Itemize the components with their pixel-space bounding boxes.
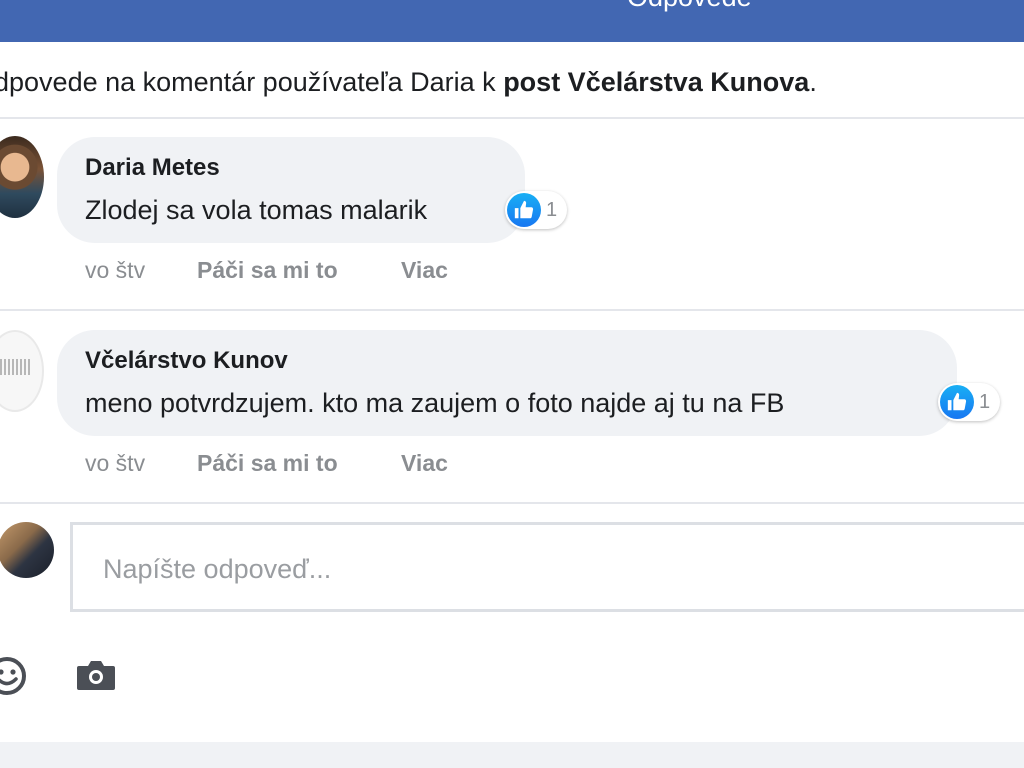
context-prefix: dpovede na komentár používateľa Daria k — [0, 67, 504, 97]
reaction-count: 1 — [979, 390, 991, 413]
avatar[interactable] — [0, 136, 44, 218]
smiley-icon[interactable] — [0, 655, 28, 697]
comment-bubble: Včelárstvo Kunov meno potvrdzujem. kto m… — [57, 330, 957, 436]
like-button[interactable]: Páči sa mi to — [197, 257, 338, 284]
reply-box[interactable] — [70, 522, 1024, 612]
context-post-link[interactable]: post Včelárstva Kunova — [503, 67, 809, 97]
divider — [0, 502, 1024, 504]
comment-timestamp[interactable]: vo štv — [85, 450, 145, 477]
page-title: Odpovede — [627, 0, 752, 13]
more-button[interactable]: Viac — [401, 257, 448, 284]
comment-text: Zlodej sa vola tomas malarik — [85, 195, 428, 225]
comment-bubble: Daria Metes Zlodej sa vola tomas malarik — [57, 137, 525, 243]
divider — [0, 309, 1024, 311]
more-button[interactable]: Viac — [401, 450, 448, 477]
divider — [0, 117, 1024, 119]
camera-icon[interactable] — [75, 656, 117, 696]
reaction-badge[interactable]: 1 — [505, 191, 568, 229]
thumbs-up-icon — [940, 385, 974, 419]
thumbs-up-icon — [507, 193, 541, 227]
avatar[interactable] — [0, 330, 44, 412]
bottom-bar — [0, 742, 1024, 768]
avatar — [0, 522, 54, 578]
like-button[interactable]: Páči sa mi to — [197, 450, 338, 477]
reply-context: dpovede na komentár používateľa Daria k … — [0, 64, 1024, 100]
comment-author[interactable]: Daria Metes — [85, 154, 220, 182]
comment-timestamp[interactable]: vo štv — [85, 257, 145, 284]
reaction-count: 1 — [546, 198, 558, 221]
page-logo — [0, 359, 32, 375]
reaction-badge[interactable]: 1 — [938, 383, 1001, 421]
reply-input[interactable] — [101, 549, 1005, 589]
comment-author[interactable]: Včelárstvo Kunov — [85, 347, 288, 375]
context-suffix: . — [809, 67, 817, 97]
header-bar: Odpovede — [0, 0, 1024, 42]
comment-text: meno potvrdzujem. kto ma zaujem o foto n… — [85, 388, 785, 418]
